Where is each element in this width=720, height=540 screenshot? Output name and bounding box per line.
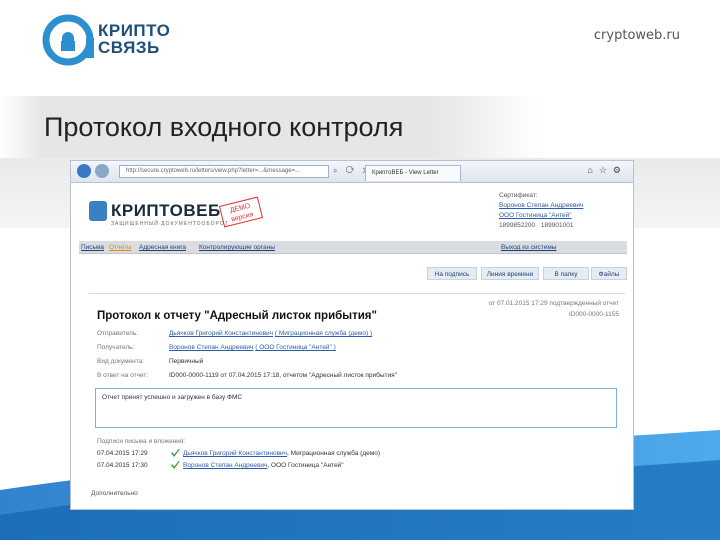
back-icon[interactable] — [77, 164, 91, 178]
browser-toolbar: http://secure.cryptoweb.ru/letters/view.… — [71, 161, 633, 183]
signer-time: 07.04.2015 17:30 — [97, 462, 148, 469]
signer-name-link[interactable]: Воронов Степан Андреевич — [183, 462, 267, 469]
action-bar: На подпись Линия времени В папку Файлы — [71, 267, 633, 280]
browser-tab[interactable]: КриптоВЕБ - View Letter — [365, 165, 461, 181]
brand-line-1: КРИПТО — [98, 21, 171, 40]
recipient-link[interactable]: Воронов Степан Андреевич — [169, 344, 253, 351]
to-folder-button[interactable]: В папку — [543, 267, 589, 280]
site-url: cryptoweb.ru — [593, 28, 680, 43]
protocol-title: Протокол к отчету "Адресный листок прибы… — [97, 310, 377, 322]
protocol-note[interactable]: Отчет принят успешно и загружен в базу Ф… — [95, 388, 617, 428]
recipient-org-link[interactable]: ( ООО Гостиница "Антей" ) — [255, 344, 336, 351]
sender-link[interactable]: Дьячков Григорий Константинович — [169, 330, 273, 337]
signature-check-icon — [171, 461, 180, 469]
doc-type-value: Первичный — [169, 358, 204, 365]
cert-name-link[interactable]: Воронов Степан Андреевич — [499, 202, 583, 209]
nav-reports[interactable]: Отчеты — [109, 241, 131, 254]
sender-org-link[interactable]: ( Миграционная служба (демо) ) — [275, 330, 372, 337]
nav-supervisors[interactable]: Контролирующие органы — [199, 241, 275, 254]
window-controls-icon[interactable]: ⌂☆⚙ — [587, 165, 627, 176]
brand-logo-text: КРИПТО СВЯЗЬ — [98, 22, 170, 56]
protocol-panel: от 07.01.2015 17:29 подтвержденный отчет… — [89, 293, 625, 507]
protocol-date: от 07.01.2015 17:29 подтвержденный отчет… — [489, 298, 619, 320]
demo-stamp: ДЕМО версия — [218, 196, 264, 228]
brand-line-2: СВЯЗЬ — [98, 38, 160, 57]
protocol-number: ID000-0000-1155 — [568, 311, 619, 318]
address-bar[interactable]: http://secure.cryptoweb.ru/letters/view.… — [119, 165, 329, 178]
main-nav: Письма Отчеты Адресная книга Контролирую… — [79, 241, 627, 254]
signature-check-icon — [171, 449, 180, 457]
signers-title: Подписи письма и вложения: — [97, 438, 186, 445]
nav-letters[interactable]: Письма — [81, 241, 104, 254]
app-screenshot: http://secure.cryptoweb.ru/letters/view.… — [70, 160, 634, 510]
signer-time: 07.04.2015 17:29 — [97, 450, 148, 457]
sender-label: Отправитель: — [97, 330, 139, 337]
signer-org: , ООО Гостиница "Антей" — [267, 462, 344, 469]
forward-icon[interactable] — [95, 164, 109, 178]
recipient-label: Получатель: — [97, 344, 135, 351]
files-button[interactable]: Файлы — [591, 267, 627, 280]
protocol-date-line: от 07.01.2015 17:29 подтвержденный отчет — [488, 300, 619, 307]
app-logo[interactable]: КРИПТОВЕБ — [111, 201, 221, 221]
slide-title: Протокол входного контроля — [44, 112, 404, 142]
app-logo-subtitle: ЗАЩИЩЕННЫЙ ДОКУМЕНТООБОРОТ — [111, 221, 229, 227]
certificate-info: Сертификат: Воронов Степан Андреевич ООО… — [499, 191, 583, 231]
app-header: КРИПТОВЕБ ЗАЩИЩЕННЫЙ ДОКУМЕНТООБОРОТ ДЕМ… — [71, 183, 633, 239]
signer-org: , Миграционная служба (демо) — [287, 450, 380, 457]
additional-section-label[interactable]: Дополнительно — [91, 490, 138, 497]
reply-to-value: ID000-0000-1119 от 07.04.2015 17:18, отч… — [169, 372, 397, 379]
nav-address-book[interactable]: Адресная книга — [139, 241, 186, 254]
reply-to-label: В ответ на отчет: — [97, 372, 149, 379]
cert-label: Сертификат: — [499, 192, 538, 199]
timeline-button[interactable]: Линия времени — [481, 267, 539, 280]
cert-ids: 1899852200 · 189901001 — [499, 222, 574, 229]
doc-type-label: Вид документа: — [97, 358, 145, 365]
envelope-icon — [89, 201, 107, 221]
signer-name-link[interactable]: Дьячков Григорий Константинович — [183, 450, 287, 457]
logout-link[interactable]: Выход из системы — [501, 241, 556, 254]
to-sign-button[interactable]: На подпись — [427, 267, 477, 280]
cert-org-link[interactable]: ООО Гостиница "Антей" — [499, 212, 572, 219]
